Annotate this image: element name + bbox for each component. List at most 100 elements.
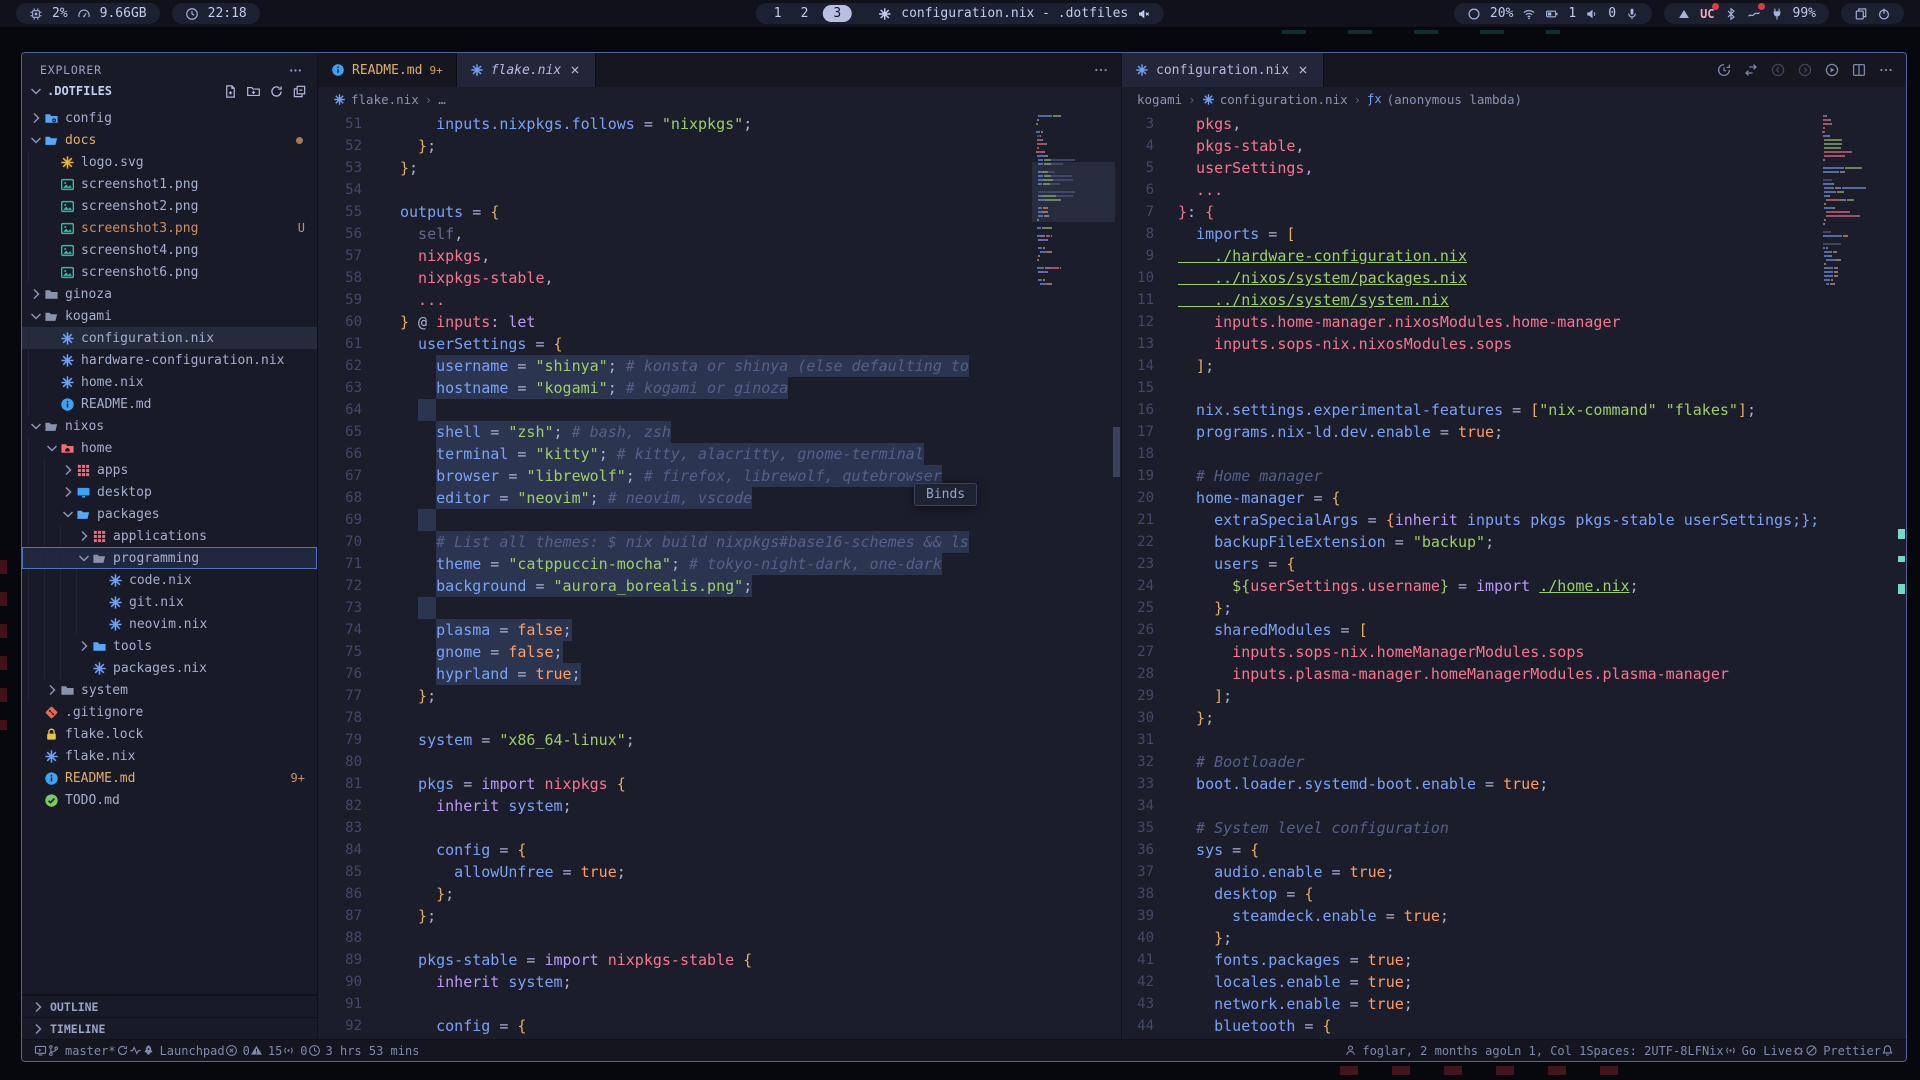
statusbar-go-live[interactable]: Go Live (1724, 1044, 1793, 1058)
tray-module[interactable] (1841, 3, 1904, 24)
tree-item-todo-md[interactable]: TODO.md (22, 789, 317, 811)
new-folder-icon[interactable] (246, 84, 261, 99)
statusbar-remote-window[interactable] (34, 1044, 47, 1057)
breadcrumb-item[interactable]: flake.nix (333, 92, 419, 107)
more-icon[interactable] (1093, 62, 1109, 78)
tree-item-desktop[interactable]: desktop (22, 481, 317, 503)
statusbar-warnings[interactable]: 15 (250, 1044, 282, 1058)
tree-item-flake-lock[interactable]: flake.lock (22, 723, 317, 745)
clock-module[interactable]: 22:18 (172, 3, 260, 24)
tab-readme-md[interactable]: README.md9+ (318, 53, 457, 87)
tree-item-screenshot1-png[interactable]: screenshot1.png (22, 173, 317, 195)
tree-item-kogami[interactable]: kogami (22, 305, 317, 327)
memory-usage: 9.66GB (100, 6, 147, 21)
statusbar-git-sync[interactable] (116, 1044, 129, 1057)
overview-ruler[interactable] (1112, 111, 1121, 1039)
status-bar: master*Launchpad01503 hrs 53 mins foglar… (22, 1039, 1906, 1061)
statusbar-errors[interactable]: 0 (225, 1044, 250, 1058)
editor-surface-flake[interactable]: 51 inputs.nixpkgs.follows = "nixpkgs";52… (318, 111, 1121, 1039)
tree-item-tools[interactable]: tools (22, 635, 317, 657)
tree-item-docs[interactable]: docs (22, 129, 317, 151)
overview-ruler[interactable] (1897, 111, 1906, 1039)
minimap-segment (1826, 283, 1830, 285)
statusbar-indentation[interactable]: Spaces: 2 (1586, 1044, 1651, 1058)
minimap-line (1036, 223, 1111, 225)
more-actions-icon[interactable] (288, 63, 303, 78)
tree-item-ginoza[interactable]: ginoza (22, 283, 317, 305)
collapse-icon[interactable] (292, 84, 307, 99)
tab-configuration-nix[interactable]: configuration.nix (1122, 53, 1324, 87)
breadcrumb-item[interactable]: ƒx(anonymous lambda) (1367, 92, 1522, 107)
minimap[interactable] (1822, 115, 1897, 287)
breadcrumb-item[interactable]: kogami (1137, 92, 1182, 107)
tree-item-nixos[interactable]: nixos (22, 415, 317, 437)
code-line: 4 pkgs-stable, (1122, 135, 1906, 157)
statusbar-git-graph[interactable] (129, 1044, 142, 1057)
tree-item-readme-md[interactable]: README.md9+ (22, 767, 317, 789)
statusbar-extension[interactable] (1792, 1044, 1805, 1057)
system-stats-module[interactable]: 2%9.66GB (16, 3, 160, 24)
statusbar-git-blame[interactable]: foglar, 2 months ago (1344, 1044, 1507, 1058)
section-timeline[interactable]: TIMELINE (22, 1017, 317, 1039)
statusbar-encoding[interactable]: UTF-8 (1651, 1044, 1687, 1058)
tree-item-home[interactable]: home (22, 437, 317, 459)
tree-item-packages[interactable]: packages (22, 503, 317, 525)
statusbar-eol[interactable]: LF (1687, 1044, 1701, 1058)
close-icon[interactable] (1296, 63, 1310, 77)
token: { (608, 775, 626, 793)
more-icon[interactable] (1878, 62, 1894, 78)
tree-item-programming[interactable]: programming (22, 547, 317, 569)
run-icon[interactable] (1824, 62, 1840, 78)
tree-item-applications[interactable]: applications (22, 525, 317, 547)
tree-item-gitignore[interactable]: .gitignore (22, 701, 317, 723)
minimap-segment (1056, 195, 1073, 197)
tree-item-packages-nix[interactable]: packages.nix (22, 657, 317, 679)
editor-surface-configuration[interactable]: 3 pkgs,4 pkgs-stable,5 userSettings,6 ..… (1122, 111, 1906, 1039)
token: # kogami or ginoza (626, 379, 789, 397)
tab-flake-nix[interactable]: flake.nix (457, 53, 596, 87)
statusbar-ports[interactable]: 0 (282, 1044, 307, 1058)
statusbar-time-tracker[interactable]: 3 hrs 53 mins (308, 1044, 420, 1058)
breadcrumb-item[interactable]: … (438, 92, 446, 107)
history-icon[interactable] (1716, 62, 1732, 78)
workspace-3[interactable]: 3 (822, 5, 852, 22)
statusbar-git-branch[interactable]: master* (47, 1044, 116, 1058)
close-icon[interactable] (568, 63, 582, 77)
split-icon[interactable] (1851, 62, 1867, 78)
nav-back-icon[interactable] (1770, 62, 1786, 78)
tree-item-flake-nix[interactable]: flake.nix (22, 745, 317, 767)
tree-item-system[interactable]: system (22, 679, 317, 701)
tree-item-configuration-nix[interactable]: configuration.nix (22, 327, 317, 349)
tree-item-screenshot6-png[interactable]: screenshot6.png (22, 261, 317, 283)
tree-item-code-nix[interactable]: code.nix (22, 569, 317, 591)
connectivity-module[interactable]: UC99% (1664, 3, 1829, 24)
workspace-root-row[interactable]: .DOTFILES (22, 79, 317, 103)
nav-forward-icon[interactable] (1797, 62, 1813, 78)
tree-item-screenshot4-png[interactable]: screenshot4.png (22, 239, 317, 261)
minimap[interactable] (1036, 115, 1111, 287)
tree-item-screenshot2-png[interactable]: screenshot2.png (22, 195, 317, 217)
statusbar-language-mode[interactable]: Nix (1702, 1044, 1724, 1058)
tree-item-config[interactable]: config (22, 107, 317, 129)
tree-item-git-nix[interactable]: git.nix (22, 591, 317, 613)
tree-item-neovim-nix[interactable]: neovim.nix (22, 613, 317, 635)
hardware-status-module[interactable]: 20%10 (1454, 3, 1652, 24)
breadcrumb-item[interactable]: configuration.nix (1202, 92, 1348, 107)
tree-item-hardware-configuration-nix[interactable]: hardware-configuration.nix (22, 349, 317, 371)
section-outline[interactable]: OUTLINE (22, 995, 317, 1017)
tree-item-logo-svg[interactable]: logo.svg (22, 151, 317, 173)
tree-item-home-nix[interactable]: home.nix (22, 371, 317, 393)
compare-icon[interactable] (1743, 62, 1759, 78)
refresh-icon[interactable] (269, 84, 284, 99)
statusbar-prettier[interactable]: Prettier (1805, 1044, 1881, 1058)
tree-item-readme-md[interactable]: README.md (22, 393, 317, 415)
workspace-1[interactable]: 1 (769, 6, 787, 21)
statusbar-launchpad[interactable]: Launchpad (142, 1044, 225, 1058)
new-file-icon[interactable] (223, 84, 238, 99)
statusbar-notifications[interactable] (1881, 1044, 1894, 1057)
statusbar-label: Ln 1, Col 1 (1507, 1044, 1586, 1058)
tree-item-apps[interactable]: apps (22, 459, 317, 481)
workspace-2[interactable]: 2 (796, 6, 814, 21)
tree-item-screenshot3-png[interactable]: screenshot3.pngU (22, 217, 317, 239)
statusbar-cursor-position[interactable]: Ln 1, Col 1 (1507, 1044, 1586, 1058)
